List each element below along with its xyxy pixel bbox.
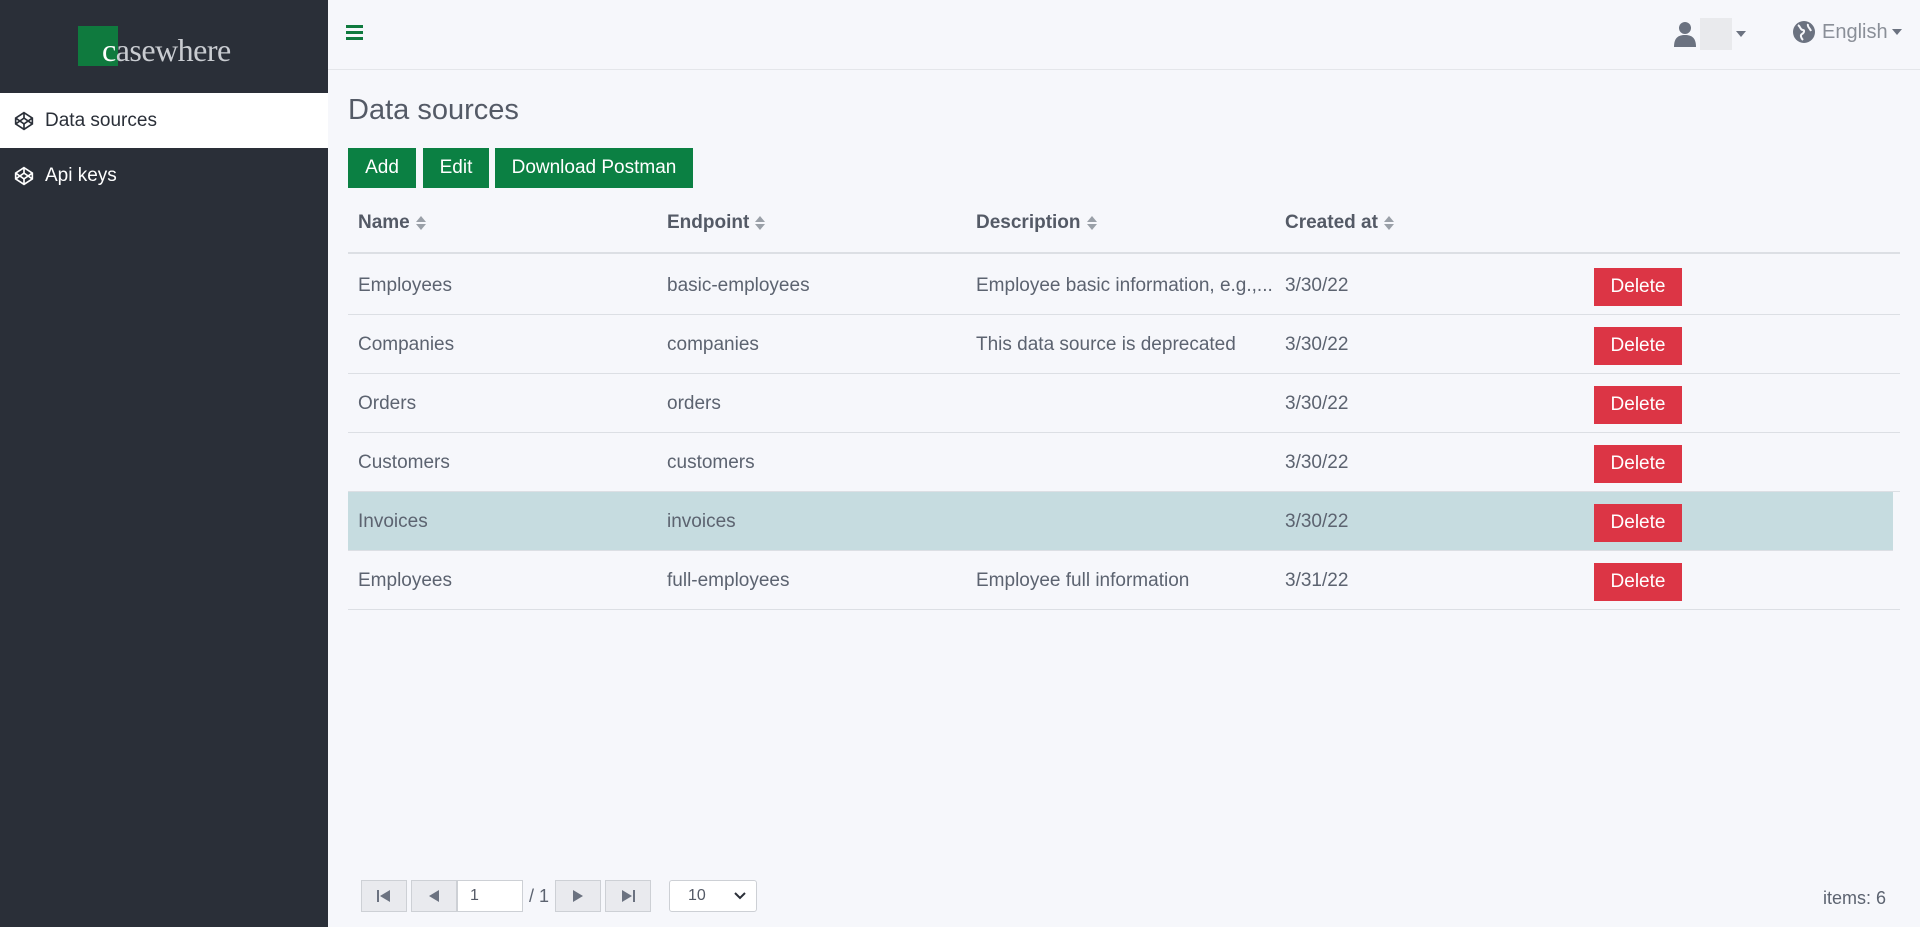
delete-button[interactable]: Delete — [1594, 268, 1682, 306]
page-number-input[interactable] — [457, 880, 523, 912]
delete-button[interactable]: Delete — [1594, 386, 1682, 424]
cell-created-at: 3/30/22 — [1285, 393, 1349, 414]
delete-button[interactable]: Delete — [1594, 327, 1682, 365]
first-page-icon — [377, 890, 390, 902]
cell-description: Employee full information — [976, 570, 1190, 591]
next-page-button[interactable] — [555, 880, 602, 912]
last-page-icon — [622, 890, 636, 902]
chevron-down-icon — [1891, 29, 1902, 35]
cell-endpoint: customers — [667, 452, 755, 473]
edit-button[interactable]: Edit — [423, 148, 489, 188]
chevron-down-icon — [1736, 31, 1746, 37]
sidebar-item-api-keys[interactable]: Api keys — [0, 148, 328, 203]
avatar — [1700, 18, 1732, 50]
cell-created-at: 3/30/22 — [1285, 334, 1349, 355]
cell-name: Orders — [358, 393, 417, 414]
user-menu[interactable] — [1674, 18, 1746, 50]
page-size-value: 10 — [688, 887, 706, 904]
codepen-icon — [14, 111, 34, 130]
page-size-select[interactable]: 10 — [669, 880, 758, 912]
cell-endpoint: full-employees — [667, 570, 790, 591]
table-row[interactable]: Invoices invoices 3/30/22 Delete — [348, 492, 1893, 551]
table-row[interactable]: Employees full-employees Employee full inf… — [348, 551, 1900, 610]
table-row[interactable]: Employees basic-employees Employee basic i… — [348, 256, 1900, 315]
cell-endpoint: basic-employees — [667, 275, 810, 296]
next-page-icon — [573, 890, 584, 902]
first-page-button[interactable] — [361, 880, 407, 912]
sidebar-item-label: Api keys — [45, 164, 117, 186]
cell-name: Invoices — [358, 511, 428, 532]
logo-text: casewhere — [102, 32, 231, 68]
items-count: items: 6 — [1823, 888, 1887, 908]
cell-name: Employees — [358, 570, 452, 591]
column-header-endpoint[interactable]: Endpoint — [667, 212, 766, 234]
globe-icon — [1793, 21, 1815, 43]
column-header-description[interactable]: Description — [976, 212, 1097, 234]
sort-icon — [755, 216, 766, 230]
cell-created-at: 3/30/22 — [1285, 511, 1349, 532]
language-label: English — [1822, 20, 1888, 43]
hamburger-icon[interactable] — [346, 25, 364, 41]
delete-button[interactable]: Delete — [1594, 563, 1682, 601]
cell-description: Employee basic information, e.g.,... — [976, 275, 1273, 296]
table-header: Name Endpoint Description Created at — [348, 200, 1900, 254]
column-header-created-at[interactable]: Created at — [1285, 212, 1394, 234]
cell-endpoint: companies — [667, 334, 759, 355]
last-page-button[interactable] — [605, 880, 652, 912]
cell-created-at: 3/31/22 — [1285, 570, 1349, 591]
delete-button[interactable]: Delete — [1594, 504, 1682, 542]
cell-name: Companies — [358, 334, 455, 355]
pagination: / 1 10 — [361, 880, 758, 912]
cell-description: This data source is deprecated — [976, 334, 1236, 355]
cell-created-at: 3/30/22 — [1285, 275, 1349, 296]
table-row[interactable]: Companies companies This data source is de… — [348, 315, 1900, 374]
download-postman-button[interactable]: Download Postman — [495, 148, 693, 188]
chevron-down-icon — [734, 892, 746, 900]
table-row[interactable]: Customers customers 3/30/22 Delete — [348, 433, 1900, 492]
previous-page-button[interactable] — [411, 880, 457, 912]
sidebar-item-data-sources[interactable]: Data sources — [0, 93, 328, 148]
cell-endpoint: orders — [667, 393, 721, 414]
cell-endpoint: invoices — [667, 511, 736, 532]
topbar: English — [328, 0, 1920, 70]
column-header-name[interactable]: Name — [358, 212, 426, 234]
previous-page-icon — [429, 890, 439, 902]
table-row[interactable]: Orders orders 3/30/22 Delete — [348, 374, 1900, 433]
sort-icon — [415, 216, 426, 230]
cell-created-at: 3/30/22 — [1285, 452, 1349, 473]
sidebar-item-label: Data sources — [45, 109, 157, 131]
codepen-icon — [14, 166, 34, 185]
page-title: Data sources — [348, 94, 519, 126]
delete-button[interactable]: Delete — [1594, 445, 1682, 483]
sort-icon — [1086, 216, 1097, 230]
cell-name: Employees — [358, 275, 452, 296]
cell-name: Customers — [358, 452, 450, 473]
sidebar: casewhere Data sources Api keys — [0, 0, 328, 927]
language-selector[interactable]: English — [1792, 20, 1902, 44]
user-icon — [1674, 22, 1696, 47]
page-count: / 1 — [529, 885, 550, 906]
add-button[interactable]: Add — [348, 148, 416, 188]
sort-icon — [1383, 216, 1394, 230]
